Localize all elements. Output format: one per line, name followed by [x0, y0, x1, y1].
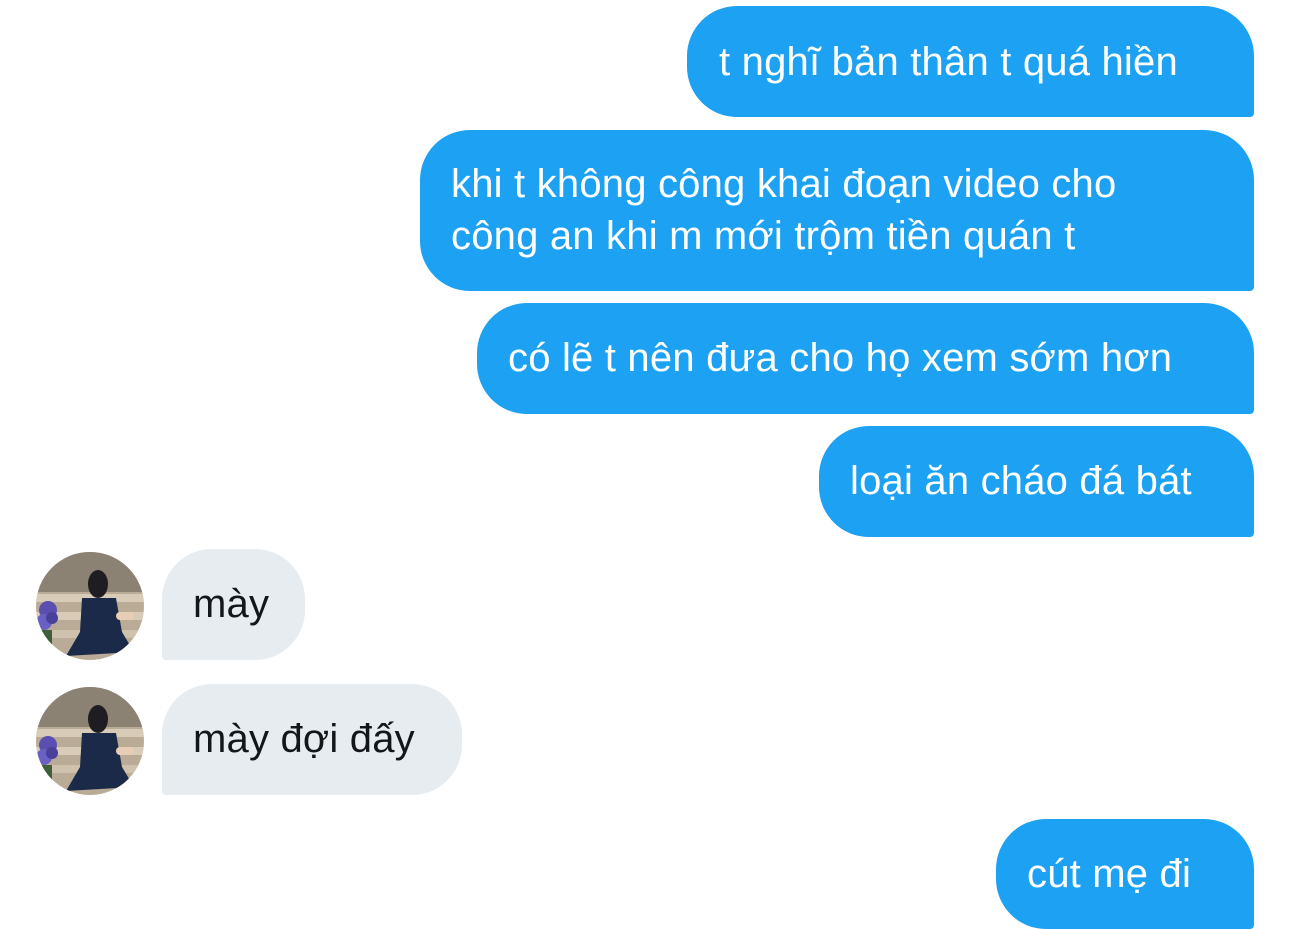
avatar-photo-icon: [36, 552, 144, 660]
outgoing-message-bubble[interactable]: loại ăn cháo đá bát: [819, 426, 1254, 537]
message-text: có lẽ t nên đưa cho họ xem sớm hơn: [508, 336, 1173, 380]
message-text-line-2: công an khi m mới trộm tiền quán t: [451, 214, 1076, 258]
message-text-line-1: khi t không công khai đoạn video cho: [451, 162, 1117, 206]
message-text: loại ăn cháo đá bát: [850, 459, 1192, 503]
outgoing-message-bubble[interactable]: có lẽ t nên đưa cho họ xem sớm hơn: [477, 303, 1254, 414]
contact-avatar[interactable]: [36, 687, 144, 795]
contact-avatar[interactable]: [36, 552, 144, 660]
conversation-thread: t nghĩ bản thân t quá hiền khi t không c…: [0, 0, 1290, 929]
message-text: t nghĩ bản thân t quá hiền: [719, 40, 1178, 84]
message-text: mày: [193, 582, 270, 626]
incoming-message-bubble[interactable]: mày đợi đấy: [162, 684, 462, 795]
message-text: cút mẹ đi: [1027, 852, 1192, 896]
outgoing-message-bubble[interactable]: cút mẹ đi: [996, 819, 1254, 929]
message-text: mày đợi đấy: [193, 717, 415, 761]
incoming-message-bubble[interactable]: mày: [162, 549, 305, 660]
avatar-photo-icon: [36, 687, 144, 795]
outgoing-message-bubble[interactable]: khi t không công khai đoạn video cho côn…: [420, 130, 1254, 291]
outgoing-message-bubble[interactable]: t nghĩ bản thân t quá hiền: [687, 6, 1254, 117]
